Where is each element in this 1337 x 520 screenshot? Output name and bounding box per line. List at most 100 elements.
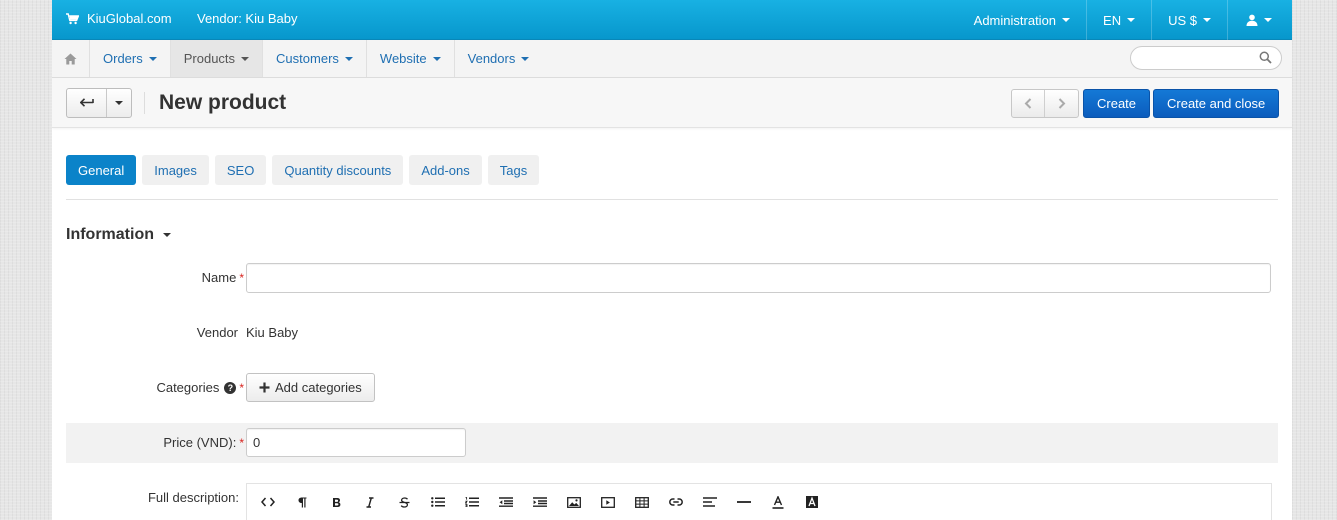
vendor-label: Vendor: Kiu Baby (197, 11, 298, 26)
tab-seo[interactable]: SEO (214, 155, 267, 185)
align-button[interactable] (693, 487, 727, 517)
chevron-down-icon (115, 101, 123, 105)
page-title: New product (159, 91, 287, 114)
font-color-button[interactable] (761, 487, 795, 517)
tab-quantity-discounts[interactable]: Quantity discounts (272, 155, 404, 185)
video-icon (601, 496, 615, 508)
unordered-list-icon (431, 497, 445, 507)
currency-menu[interactable]: US $ (1151, 0, 1227, 40)
create-button[interactable]: Create (1083, 89, 1151, 118)
search-box (1130, 46, 1282, 70)
background-color-icon (806, 496, 818, 508)
nav-products[interactable]: Products (170, 40, 264, 77)
back-button[interactable] (67, 89, 107, 117)
vendor-value: Kiu Baby (246, 325, 299, 340)
price-input[interactable] (246, 428, 466, 457)
price-label: Price (VND): (163, 435, 237, 450)
add-categories-button[interactable]: Add categories (246, 373, 375, 402)
divider (144, 92, 145, 114)
nav-customers-label: Customers (276, 51, 339, 66)
ordered-list-button[interactable] (455, 487, 489, 517)
bold-button[interactable] (319, 487, 353, 517)
vendor-row: Vendor Kiu Baby (66, 322, 1278, 342)
user-menu[interactable] (1227, 0, 1292, 40)
link-button[interactable] (659, 487, 693, 517)
home-button[interactable] (52, 40, 90, 77)
table-button[interactable] (625, 487, 659, 517)
cart-icon (66, 12, 79, 24)
full-description-label: Full description: (147, 490, 239, 505)
chevron-down-icon (432, 56, 441, 61)
name-label-wrap: Name * (202, 270, 244, 285)
action-bar: New product Create Create and close (52, 78, 1292, 128)
home-icon (64, 53, 77, 64)
horizontal-rule-button[interactable] (727, 487, 761, 517)
name-label: Name (201, 270, 237, 285)
code-view-button[interactable] (251, 487, 285, 517)
paragraph-button[interactable] (285, 487, 319, 517)
tab-general[interactable]: General (66, 155, 137, 185)
nav-vendors-label: Vendors (467, 51, 516, 66)
chevron-down-icon (241, 56, 250, 61)
ordered-list-icon (465, 497, 479, 507)
outdent-button[interactable] (489, 487, 523, 517)
required-mark: * (239, 380, 244, 395)
image-button[interactable] (557, 487, 591, 517)
nav-vendors[interactable]: Vendors (455, 40, 543, 77)
search-input[interactable] (1141, 47, 1261, 69)
back-button-group (66, 88, 132, 118)
create-and-close-button[interactable]: Create and close (1153, 89, 1280, 118)
align-icon (703, 497, 717, 507)
tab-images[interactable]: Images (142, 155, 209, 185)
bold-icon (332, 497, 340, 507)
administration-menu[interactable]: Administration (958, 0, 1086, 40)
search-icon[interactable] (1259, 51, 1272, 64)
tab-add-ons[interactable]: Add-ons (409, 155, 482, 185)
information-section-toggle[interactable]: Information (66, 226, 171, 244)
nav-website-label: Website (379, 51, 427, 66)
chevron-down-icon (521, 56, 530, 61)
indent-button[interactable] (523, 487, 557, 517)
back-arrow-icon (79, 98, 94, 107)
brand-link[interactable]: KiuGlobal.com (66, 11, 172, 26)
strikethrough-button[interactable] (387, 487, 421, 517)
font-color-icon (772, 495, 784, 509)
background-color-button[interactable] (795, 487, 829, 517)
section-title: Information (66, 226, 154, 243)
product-tabs: General Images SEO Quantity discounts Ad… (66, 155, 545, 185)
tab-tags[interactable]: Tags (487, 155, 540, 185)
chevron-down-icon (344, 56, 353, 61)
nav-customers[interactable]: Customers (263, 40, 367, 77)
chevron-down-icon (163, 233, 171, 237)
add-categories-label: Add categories (275, 380, 362, 395)
plus-icon (259, 382, 270, 393)
full-description-label-wrap: Full description: (148, 490, 239, 505)
language-label: EN (1103, 12, 1122, 28)
nav-orders[interactable]: Orders (90, 40, 171, 77)
required-mark: * (239, 435, 244, 450)
record-pager (1011, 89, 1079, 118)
nav-products-label: Products (183, 51, 236, 66)
categories-label-wrap: Categories ? * (156, 380, 244, 395)
language-menu[interactable]: EN (1086, 0, 1151, 40)
next-button[interactable] (1045, 90, 1078, 117)
admin-panel: KiuGlobal.com Vendor: Kiu Baby Administr… (52, 0, 1292, 520)
user-icon (1246, 14, 1258, 26)
administration-label: Administration (973, 12, 1057, 28)
back-dropdown-button[interactable] (107, 89, 131, 117)
name-row: Name * (66, 263, 1278, 293)
unordered-list-button[interactable] (421, 487, 455, 517)
brand-name: KiuGlobal.com (87, 11, 172, 26)
previous-button[interactable] (1012, 90, 1045, 117)
video-button[interactable] (591, 487, 625, 517)
currency-label: US $ (1168, 12, 1197, 28)
chevron-down-icon (1127, 18, 1136, 22)
italic-button[interactable] (353, 487, 387, 517)
name-input[interactable] (246, 263, 1271, 293)
table-icon (635, 496, 649, 508)
help-icon[interactable]: ? (224, 381, 237, 394)
nav-website[interactable]: Website (367, 40, 455, 77)
link-icon (669, 498, 683, 506)
vendor-field-label: Vendor (196, 325, 238, 340)
main-nav: Orders Products Customers Website Vendor… (52, 40, 1292, 78)
